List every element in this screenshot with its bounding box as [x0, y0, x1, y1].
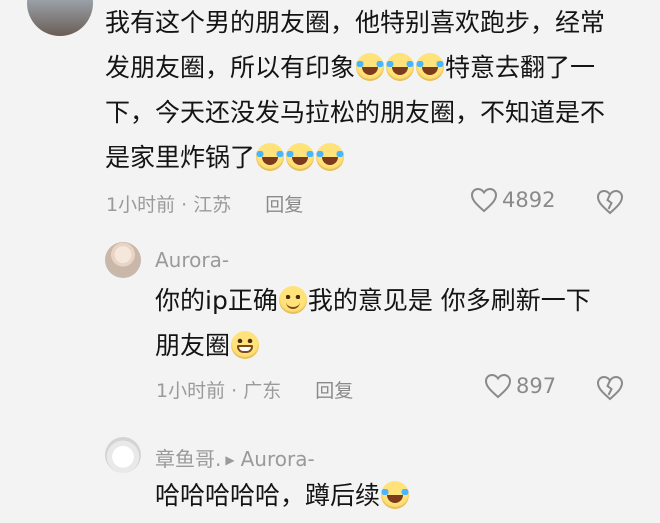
- heart-outline-icon: [484, 373, 512, 399]
- comment-line: 我有这个男的朋友圈，他特别喜欢跑步，经常: [105, 8, 606, 37]
- like-button[interactable]: 4892: [470, 187, 555, 213]
- comment-time-location: 1小时前 · 广东: [156, 380, 282, 402]
- comment-line: 哈哈哈哈哈，蹲后续: [155, 473, 410, 518]
- grin-emoji-icon: [231, 331, 260, 359]
- avatar[interactable]: [105, 242, 141, 278]
- laugh-cry-emoji-icon: [416, 53, 445, 81]
- laugh-cry-emoji-icon: [316, 143, 345, 171]
- avatar[interactable]: [27, 0, 93, 36]
- laugh-cry-emoji-icon: [286, 143, 315, 171]
- author-name-text[interactable]: 章鱼哥.: [155, 447, 221, 471]
- comment-time-location: 1小时前 · 江苏: [106, 194, 232, 216]
- reply-to-name[interactable]: Aurora-: [241, 447, 315, 471]
- laugh-cry-emoji-icon: [256, 143, 285, 171]
- comment-line: 发朋友圈，所以有印象 特意去翻了一: [105, 53, 596, 82]
- reply-arrow-icon: ▶: [225, 453, 235, 467]
- laugh-cry-emoji-icon: [386, 53, 415, 81]
- author-name: 章鱼哥. ▶ Aurora-: [155, 443, 315, 472]
- comment-line: 朋友圈: [155, 323, 591, 368]
- comment-meta: 1小时前 · 广东 回复: [156, 376, 353, 403]
- laugh-cry-emoji-icon: [381, 481, 410, 509]
- comment-line: 下，今天还没发马拉松的朋友圈，不知道是不: [105, 98, 606, 127]
- comment-line: 你的ip正确 我的意见是 你多刷新一下: [155, 286, 591, 315]
- comment-body: 我有这个男的朋友圈，他特别喜欢跑步，经常 发朋友圈，所以有印象 特意去翻了一 下，…: [105, 0, 605, 180]
- comment-body: 哈哈哈哈哈，蹲后续: [155, 473, 410, 518]
- broken-heart-icon[interactable]: [596, 189, 624, 215]
- laugh-cry-emoji-icon: [356, 53, 385, 81]
- like-count: 897: [516, 374, 557, 398]
- comment-meta: 1小时前 · 江苏 回复: [106, 190, 303, 217]
- reply-button[interactable]: 回复: [265, 194, 303, 216]
- comment-line: 是家里炸锅了: [105, 135, 605, 180]
- comment-body: 你的ip正确 我的意见是 你多刷新一下 朋友圈: [155, 278, 591, 368]
- author-name[interactable]: Aurora-: [155, 248, 229, 272]
- heart-outline-icon: [470, 187, 498, 213]
- smile-emoji-icon: [278, 286, 307, 314]
- broken-heart-icon[interactable]: [596, 375, 624, 401]
- like-button[interactable]: 897: [484, 373, 556, 399]
- avatar[interactable]: [105, 437, 141, 473]
- reply-button[interactable]: 回复: [315, 380, 353, 402]
- like-count: 4892: [502, 188, 556, 212]
